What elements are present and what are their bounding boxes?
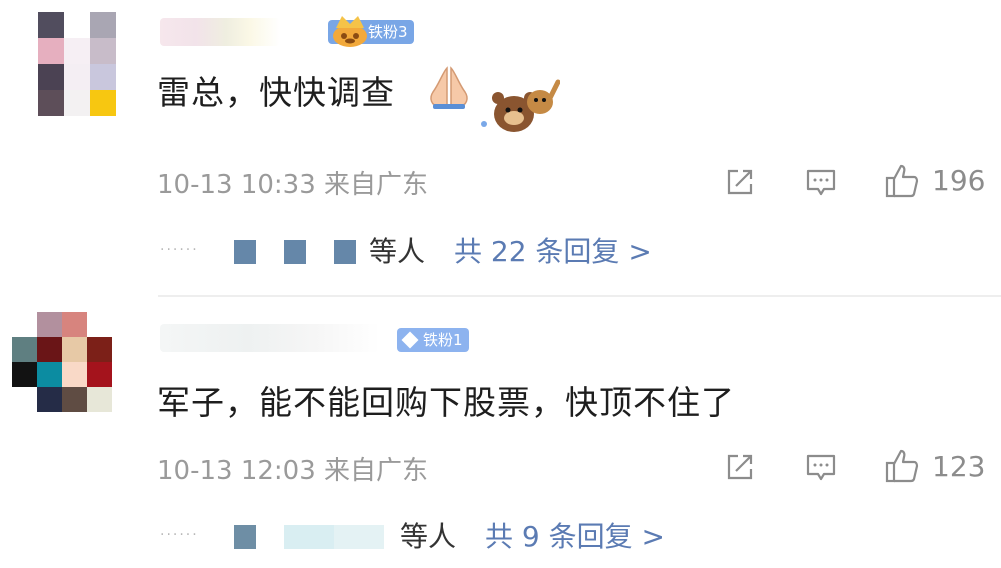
fan-badge[interactable]: 铁粉1 [397,328,469,352]
diamond-icon [401,331,419,349]
avatar-pixel [12,337,37,362]
avatar-pixel [37,337,62,362]
avatar-pixel [64,38,90,64]
share-icon[interactable] [724,451,756,483]
avatar-pixel [64,12,90,38]
avatar-pixel [87,337,112,362]
comment-location: 来自广东 [324,170,429,200]
comment-meta: 10-13 12:03 来自广东 [157,450,428,487]
avatar-pixel [87,387,112,412]
bear-sticker-icon [481,79,560,132]
blurred-replier [334,240,356,264]
comment-time: 10-13 12:03 [157,456,316,486]
blurred-replier [334,525,384,549]
username-blurred[interactable] [160,324,380,352]
avatar-pixel [38,38,64,64]
avatar-pixel [64,90,90,116]
blurred-replier-names: ······ [160,242,199,258]
comment-item: 铁粉1 军子，能不能回购下股票，快顶不住了 10-13 12:03 来自广东 1… [0,296,1001,568]
share-icon[interactable] [724,166,756,198]
avatar-pixel [87,312,112,337]
avatar-pixel [90,90,116,116]
avatar-pixel [62,312,87,337]
avatar-pixel [87,362,112,387]
comment-time: 10-13 10:33 [157,170,316,200]
like-icon[interactable] [884,448,920,484]
blurred-replier [234,240,256,264]
comment-text: 军子，能不能回购下股票，快顶不住了 [157,383,735,422]
comment-icon[interactable] [805,451,837,483]
avatar-pixel [12,38,38,64]
avatar-pixel [37,362,62,387]
avatar-pixel [90,12,116,38]
avatar-pixel [62,337,87,362]
avatar-pixel [37,387,62,412]
avatar[interactable] [12,312,112,412]
reply-total-link[interactable]: 共 9 条回复 > [485,515,665,555]
comment-text: 雷总，快快调查 [157,73,395,112]
reply-who: 等人 [400,520,457,553]
like-count: 123 [932,450,986,483]
avatar-pixel [12,362,37,387]
avatar-pixel [12,90,38,116]
like-count: 196 [932,164,986,197]
avatar-pixel [62,387,87,412]
avatar-pixel [12,64,38,90]
comment-icon[interactable] [805,166,837,198]
avatar-pixel [12,312,37,337]
avatar-pixel [38,12,64,38]
avatar-pixel [12,387,37,412]
fan-badge-label: 铁粉1 [423,331,463,349]
comment-item: 铁粉3 雷总，快快调查 10-13 10:33 来自广东 196 ······ … [0,0,1001,295]
reply-who: 等人 [369,235,426,268]
avatar-pixel [62,362,87,387]
avatar-pixel [64,64,90,90]
blurred-replier-names: ······ [160,527,199,543]
reply-total-link[interactable]: 共 22 条回复 > [454,230,652,270]
fan-badge-label: 铁粉3 [368,23,408,41]
blurred-replier [234,525,256,549]
avatar-pixel [12,12,38,38]
like-icon[interactable] [884,163,920,199]
avatar-pixel [90,64,116,90]
avatar-pixel [90,38,116,64]
comment-location: 来自广东 [324,456,429,486]
avatar-pixel [37,312,62,337]
avatar[interactable] [12,12,116,116]
blurred-replier [284,240,306,264]
avatar-pixel [38,90,64,116]
comment-meta: 10-13 10:33 来自广东 [157,164,428,201]
username-blurred[interactable] [160,18,280,46]
avatar-pixel [38,64,64,90]
pray-emoji-icon [430,66,468,109]
crown-icon [333,16,367,47]
